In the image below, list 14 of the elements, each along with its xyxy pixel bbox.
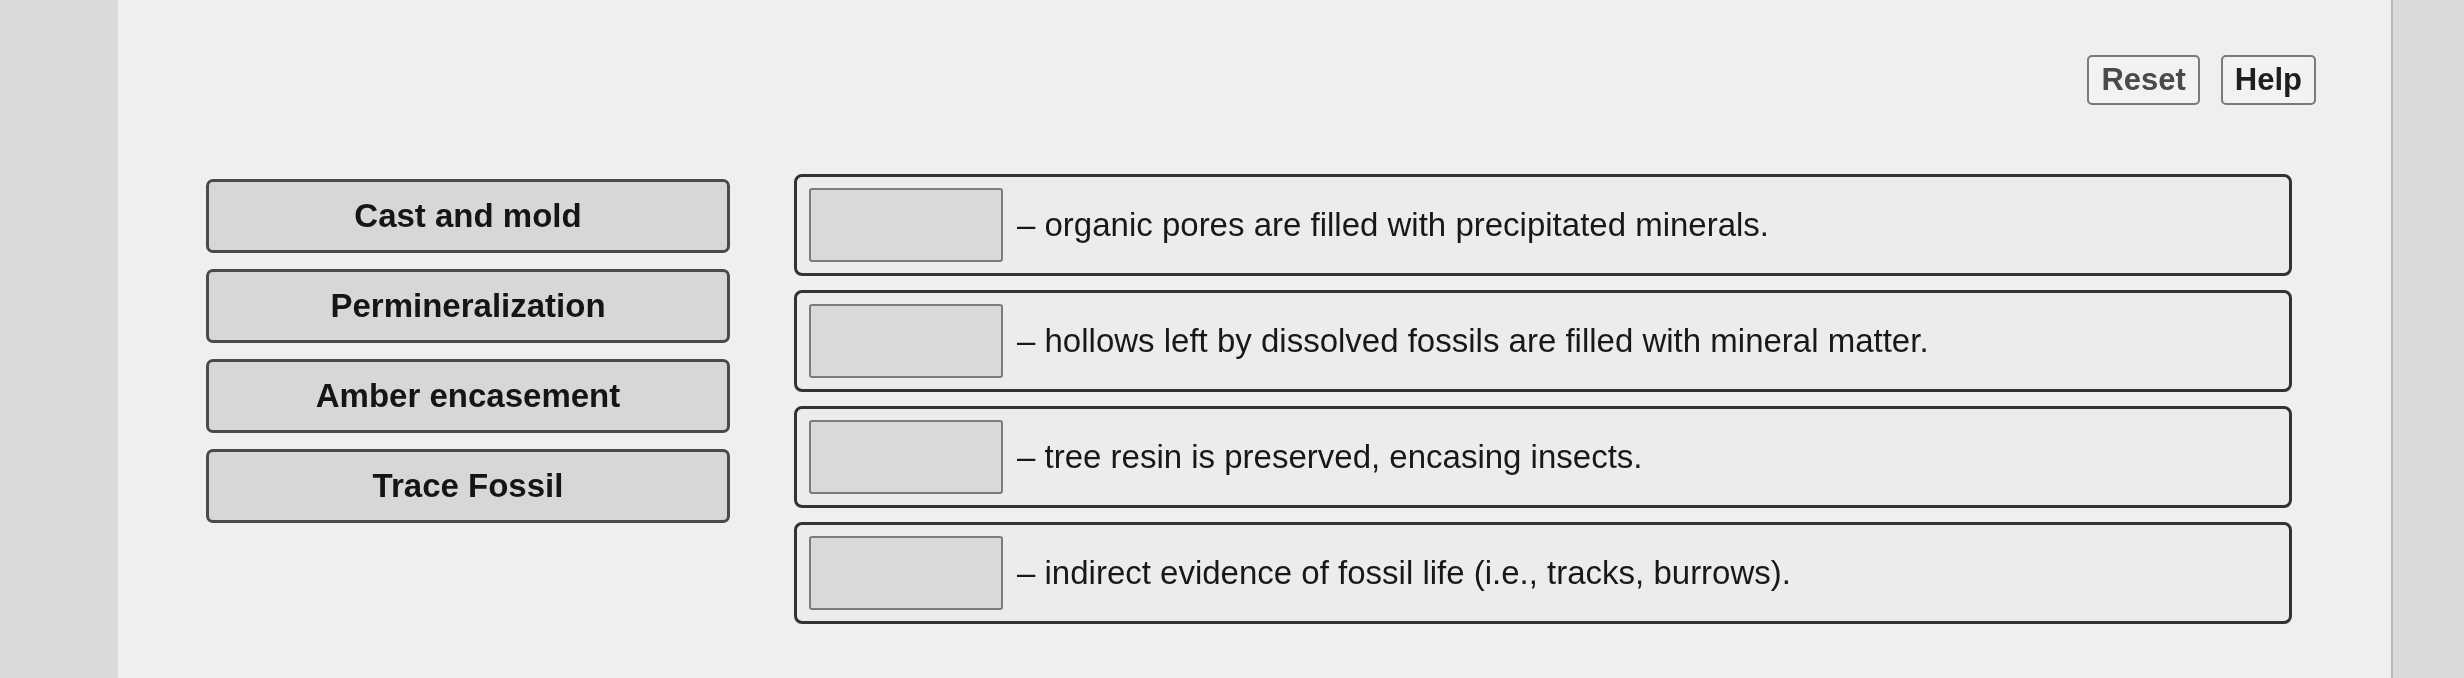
drop-field[interactable] <box>809 420 1003 494</box>
answer-tile[interactable]: Trace Fossil <box>206 449 730 523</box>
toolbar-button[interactable]: Help <box>2220 55 2316 105</box>
answer-tile[interactable]: Permineralization <box>206 269 730 343</box>
drop-field[interactable] <box>809 188 1003 262</box>
toolbar-button[interactable]: Reset <box>2087 55 2200 105</box>
statement-text: – tree resin is preserved, encasing insects. <box>1017 438 1643 476</box>
answer-tile[interactable]: Amber encasement <box>206 359 730 433</box>
drop-field[interactable] <box>809 304 1003 378</box>
answer-tile[interactable]: Cast and mold <box>206 179 730 253</box>
statement-text: – indirect evidence of fossil life (i.e., tracks, burrows). <box>1017 554 1791 592</box>
statement-text: – organic pores are filled with precipitated minerals. <box>1017 206 1770 244</box>
statement-text: – hollows left by dissolved fossils are filled with mineral matter. <box>1017 322 1929 360</box>
drop-field[interactable] <box>809 536 1003 610</box>
